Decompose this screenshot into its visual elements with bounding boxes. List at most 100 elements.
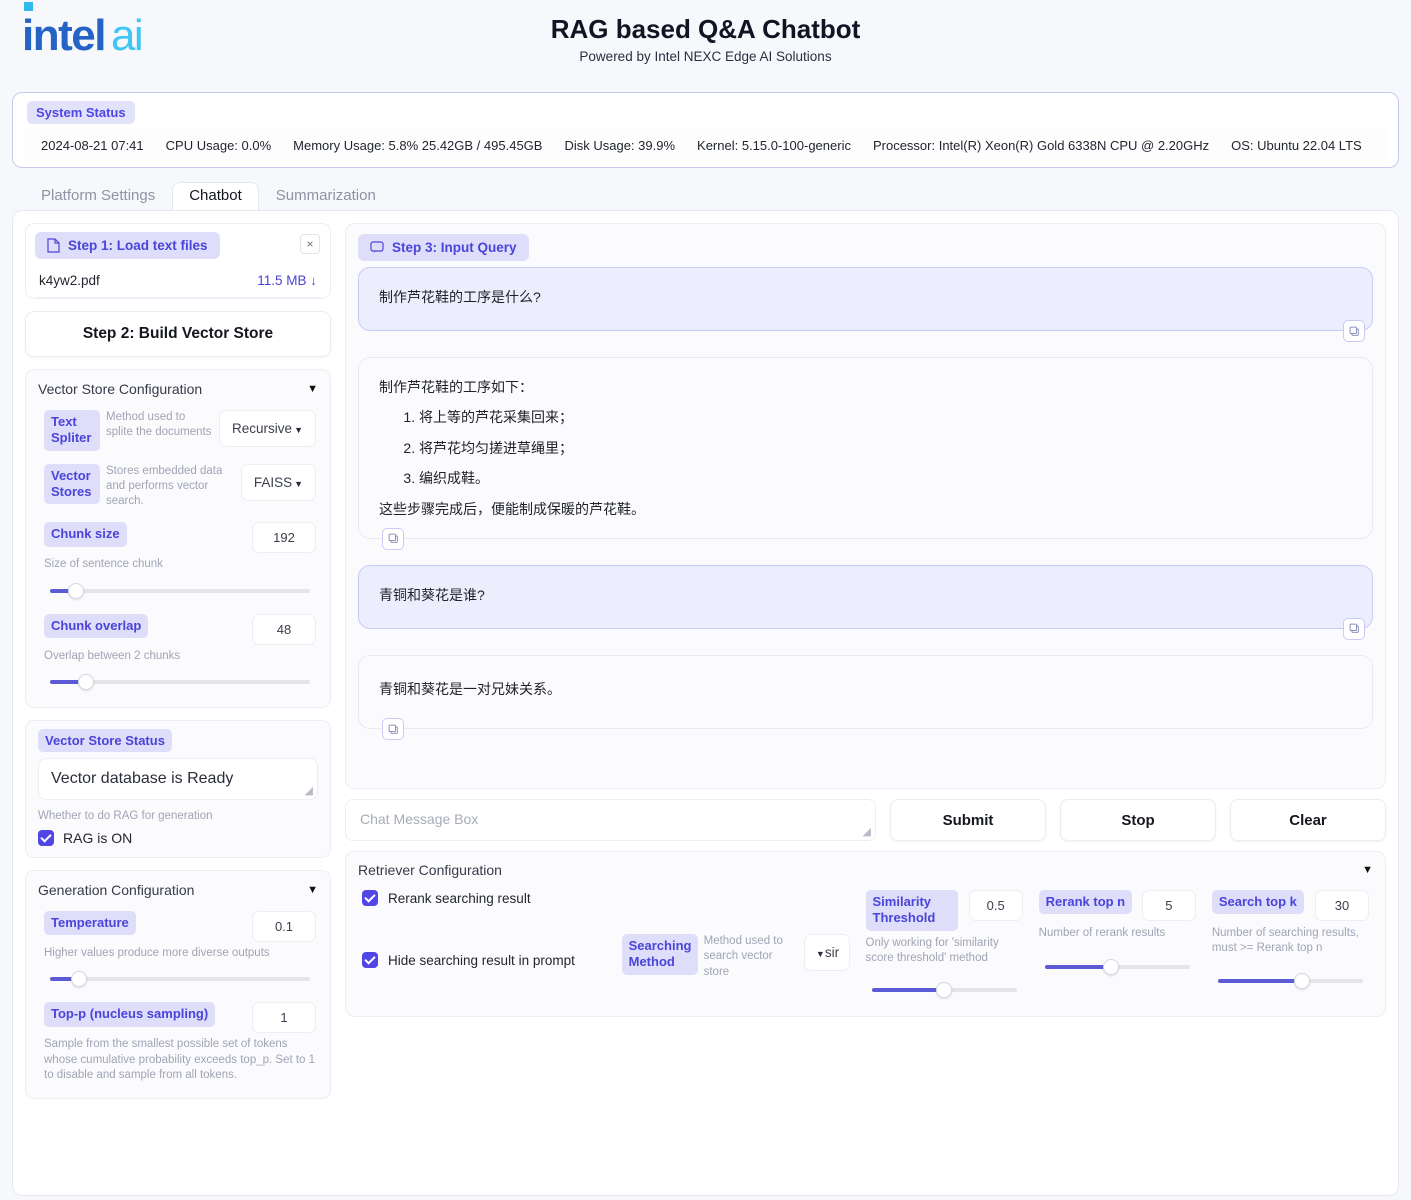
similarity-threshold-hint: Only working for 'similarity score thres… (865, 936, 999, 964)
searching-method-hint: Method used to search vector store (703, 935, 783, 978)
resize-grip-icon[interactable]: ◢ (863, 825, 871, 838)
uploaded-file-row[interactable]: k4yw2.pdf 11.5 MB ↓ (35, 263, 321, 298)
status-kernel: Kernel: 5.15.0-100-generic (697, 137, 851, 153)
slider-fill (871, 988, 945, 993)
slider-fill (1044, 965, 1112, 970)
chevron-down-icon: ▼ (294, 425, 303, 435)
chat-message-user-1: 制作芦花鞋的工序是什么? (358, 267, 1373, 342)
search-top-k-label: Search top k (1211, 890, 1304, 915)
retriever-config-title: Retriever Configuration (358, 862, 502, 878)
user-bubble: 制作芦花鞋的工序是什么? (358, 267, 1373, 331)
chevron-down-icon: ▼ (294, 478, 303, 489)
close-icon[interactable]: × (300, 234, 320, 254)
chunk-size-hint: Size of sentence chunk (44, 558, 163, 571)
chat-message-bot-1: 制作芦花鞋的工序如下： 将上等的芦花采集回来； 将芦花均匀搓进草绳里； 编织成鞋… (358, 357, 1373, 550)
chevron-down-icon[interactable]: ▼ (307, 383, 318, 395)
user-bubble: 青铜和葵花是谁? (358, 564, 1373, 629)
build-vector-store-button[interactable]: Step 2: Build Vector Store (25, 311, 331, 357)
status-disk: Disk Usage: 39.9% (564, 137, 676, 153)
searching-method-cell: Searching Method Method used to search v… (618, 884, 854, 1006)
file-icon (47, 238, 60, 253)
slider-knob[interactable] (1294, 972, 1311, 989)
searching-method-dropdown[interactable]: ▼sir (803, 934, 850, 971)
retriever-configuration-card: Retriever Configuration ▼ Rerank searchi… (345, 851, 1386, 1018)
left-sidebar: Step 1: Load text files × k4yw2.pdf 11.5… (25, 223, 331, 1183)
temperature-slider[interactable] (50, 971, 310, 988)
stop-button[interactable]: Stop (1060, 799, 1216, 841)
rerank-top-n-hint: Number of rerank results (1038, 927, 1166, 939)
rerank-top-n-cell: Rerank top n 5 Number of rerank results (1035, 884, 1200, 1006)
hide-searching-result-checkbox[interactable] (362, 952, 378, 969)
rerank-top-n-slider[interactable] (1044, 959, 1190, 976)
chunk-overlap-hint: Overlap between 2 chunks (44, 649, 181, 662)
chat-message-input[interactable]: Chat Message Box ◢ (345, 799, 876, 841)
retriever-config-header[interactable]: Retriever Configuration ▼ (358, 862, 1373, 878)
similarity-threshold-slider[interactable] (871, 982, 1017, 999)
chunk-size-label: Chunk size (44, 522, 127, 547)
rag-toggle-row[interactable]: RAG is ON (38, 830, 318, 847)
chat-message-user-2: 青铜和葵花是谁? (358, 564, 1373, 640)
chevron-down-icon[interactable]: ▼ (1362, 864, 1373, 876)
file-name: k4yw2.pdf (39, 273, 100, 288)
rerank-top-n-value[interactable]: 5 (1141, 890, 1196, 921)
chunk-overlap-value[interactable]: 48 (252, 613, 316, 645)
vector-store-configuration-card: Vector Store Configuration ▼ Text Splite… (25, 369, 331, 708)
search-top-k-hint: Number of searching results, must >= Rer… (1211, 927, 1359, 955)
intel-ai-logo: intel ai (22, 14, 144, 58)
chat-message-list[interactable]: 制作芦花鞋的工序是什么? 制作芦花鞋的工序如下： 将上等的芦花采集回来； 将芦花… (358, 261, 1373, 778)
download-icon[interactable]: ↓ (310, 273, 317, 288)
slider-knob[interactable] (936, 982, 953, 999)
search-top-k-cell: Search top k 30 Number of searching resu… (1208, 884, 1373, 1006)
chunk-overlap-slider[interactable] (50, 673, 310, 690)
top-p-value[interactable]: 1 (252, 1002, 316, 1034)
vector-store-status-badge: Vector Store Status (38, 728, 172, 752)
clear-button[interactable]: Clear (1230, 799, 1386, 841)
copy-icon[interactable] (1343, 320, 1365, 342)
vector-store-status-message[interactable]: Vector database is Ready ◢ (38, 757, 318, 800)
top-p-field: Top-p (nucleus sampling) 1 Sample from t… (38, 993, 318, 1087)
tab-summarization[interactable]: Summarization (259, 182, 393, 210)
tab-chatbot[interactable]: Chatbot (172, 182, 259, 210)
bot-bubble: 制作芦花鞋的工序如下： 将上等的芦花采集回来； 将芦花均匀搓进草绳里； 编织成鞋… (358, 357, 1373, 539)
bot-intro: 制作芦花鞋的工序如下： (379, 379, 533, 395)
chevron-down-icon[interactable]: ▼ (307, 884, 318, 896)
chat-card: Step 3: Input Query 制作芦花鞋的工序是什么? 制作芦花鞋的工… (345, 223, 1386, 789)
system-status-badge: System Status (27, 101, 135, 124)
text-spliter-label: Text Spliter (44, 410, 100, 451)
generation-config-header[interactable]: Generation Configuration ▼ (38, 882, 318, 902)
text-spliter-dropdown[interactable]: Recursive ▼ (219, 410, 316, 447)
submit-button[interactable]: Submit (890, 799, 1046, 841)
vector-store-config-title: Vector Store Configuration (38, 381, 203, 397)
slider-track (50, 977, 310, 982)
temperature-value[interactable]: 0.1 (252, 911, 316, 943)
tab-platform-settings[interactable]: Platform Settings (24, 182, 172, 210)
similarity-threshold-value[interactable]: 0.5 (968, 890, 1023, 921)
step1-load-text-files: Step 1: Load text files × k4yw2.pdf 11.5… (25, 223, 331, 299)
top-p-label: Top-p (nucleus sampling) (44, 1002, 216, 1027)
slider-knob[interactable] (1103, 959, 1120, 976)
copy-icon[interactable] (1343, 617, 1365, 640)
page-subtitle: Powered by Intel NEXC Edge AI Solutions (579, 49, 832, 64)
rerank-searching-result-row[interactable]: Rerank searching result (362, 890, 606, 908)
search-top-k-value[interactable]: 30 (1315, 890, 1370, 921)
rerank-searching-result-checkbox[interactable] (362, 890, 378, 906)
rag-checkbox[interactable] (38, 830, 54, 847)
list-item: 将芦花均匀搓进草绳里； (419, 437, 1352, 459)
chunk-size-slider[interactable] (50, 582, 310, 599)
vector-store-status-text: Vector database is Ready (51, 769, 234, 787)
page-header: intel ai RAG based Q&A Chatbot Powered by… (0, 0, 1411, 88)
resize-grip-icon[interactable]: ◢ (305, 784, 313, 797)
chunk-size-value[interactable]: 192 (252, 522, 316, 554)
slider-knob[interactable] (70, 971, 87, 988)
vector-stores-hint: Stores embedded data and performs vector… (106, 464, 223, 508)
top-p-hint: Sample from the smallest possible set of… (44, 1038, 316, 1082)
copy-icon[interactable] (382, 527, 404, 550)
vector-stores-dropdown[interactable]: FAISS ▼ (240, 463, 316, 501)
copy-icon[interactable] (382, 718, 404, 741)
vector-store-config-header[interactable]: Vector Store Configuration ▼ (38, 381, 318, 401)
search-top-k-slider[interactable] (1217, 972, 1364, 989)
slider-knob[interactable] (68, 582, 84, 599)
slider-knob[interactable] (78, 673, 95, 690)
hide-searching-result-row[interactable]: Hide searching result in prompt (362, 952, 606, 970)
chat-input-placeholder: Chat Message Box (360, 811, 479, 827)
